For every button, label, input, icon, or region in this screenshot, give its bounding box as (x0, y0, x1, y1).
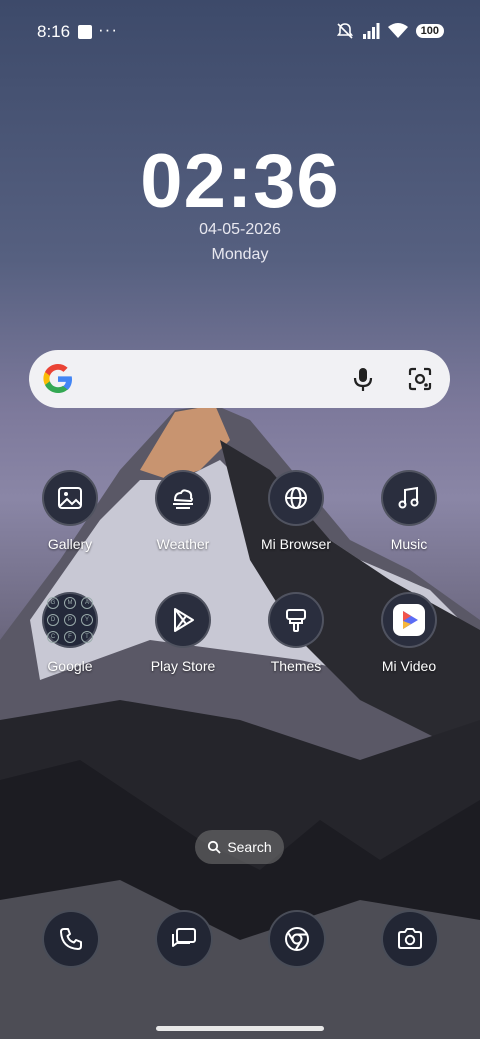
chrome-icon (285, 927, 309, 951)
status-icons: 100 (336, 22, 444, 40)
folder-mini-icon: T (81, 631, 93, 643)
search-button[interactable]: Search (195, 830, 284, 864)
folder-mini-icon: D (47, 614, 59, 626)
clock-day: Monday (211, 246, 269, 263)
home-gesture-bar[interactable] (156, 1026, 324, 1031)
status-bar: 8:16 ··· 100 (0, 0, 480, 62)
signal-icon (362, 23, 380, 39)
app-mi-video[interactable]: Mi Video (354, 592, 464, 674)
notification-icon (78, 25, 92, 39)
silent-bell-icon (336, 23, 353, 39)
status-time: 8:16 (37, 22, 71, 41)
app-themes[interactable]: Themes (241, 592, 351, 674)
app-label: Mi Browser (260, 536, 331, 552)
messages-icon (172, 928, 196, 947)
clock-time[interactable]: 02:36 (0, 138, 480, 225)
more-notifications-icon: ··· (98, 20, 118, 39)
app-label: Gallery (47, 536, 93, 552)
google-g-icon (43, 364, 72, 393)
play-store-icon (155, 592, 211, 648)
app-label: Play Store (150, 658, 216, 674)
wifi-icon (387, 23, 408, 38)
microphone-icon[interactable] (350, 366, 376, 392)
camera-icon (398, 928, 422, 949)
app-mi-browser[interactable]: Mi Browser (241, 470, 351, 552)
app-label: Mi Video (381, 658, 437, 674)
folder-mini-icon: Y (81, 614, 93, 626)
mi-video-icon (381, 592, 437, 648)
app-play-store[interactable]: Play Store (128, 592, 238, 674)
google-lens-icon[interactable] (407, 366, 433, 392)
gallery-icon (42, 470, 98, 526)
dock-camera[interactable] (381, 910, 439, 968)
folder-mini-icon: G (47, 597, 59, 609)
battery-indicator: 100 (415, 24, 444, 38)
folder-mini-icon: F (64, 631, 76, 643)
google-search-bar[interactable] (29, 350, 450, 408)
globe-icon (268, 470, 324, 526)
app-weather[interactable]: Weather (128, 470, 238, 552)
dock-phone[interactable] (42, 910, 100, 968)
folder-mini-icon: M (64, 597, 76, 609)
app-label: Music (390, 536, 428, 552)
weather-icon (155, 470, 211, 526)
themes-icon (268, 592, 324, 648)
app-label: Weather (156, 536, 210, 552)
search-label: Search (227, 839, 272, 855)
app-gallery[interactable]: Gallery (15, 470, 125, 552)
search-icon (208, 840, 221, 854)
folder-google[interactable]: G M A D P Y C F T Google (15, 592, 125, 674)
app-label: Google (47, 658, 93, 674)
music-icon (381, 470, 437, 526)
dock-chrome[interactable] (268, 910, 326, 968)
phone-icon (60, 928, 82, 950)
folder-mini-icon: A (81, 597, 93, 609)
clock-date: 04-05-2026 (199, 221, 281, 238)
dock-messages[interactable] (155, 910, 213, 968)
folder-mini-icon: C (47, 631, 59, 643)
app-music[interactable]: Music (354, 470, 464, 552)
folder-mini-icon: P (64, 614, 76, 626)
folder-icon: G M A D P Y C F T (42, 592, 98, 648)
app-label: Themes (270, 658, 322, 674)
